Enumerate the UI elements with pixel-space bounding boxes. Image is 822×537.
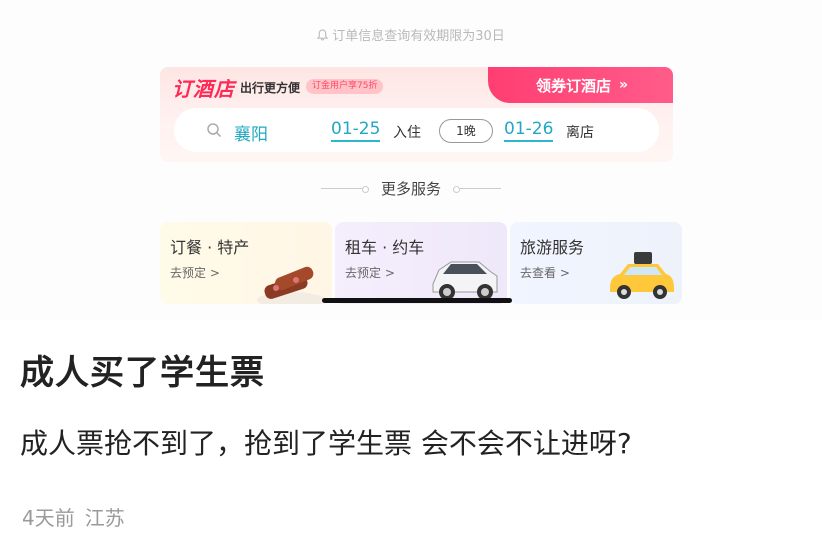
post-time: 4天前 bbox=[22, 506, 75, 530]
home-indicator bbox=[322, 298, 512, 303]
food-icon bbox=[257, 266, 325, 304]
checkin-date[interactable]: 01-25 bbox=[331, 119, 381, 142]
taxi-icon bbox=[610, 252, 674, 299]
hotel-booking-card[interactable]: 订酒店 出行更方便 订金用户享75折 领券订酒店 » 襄阳 01-25 入住 1… bbox=[160, 67, 673, 162]
post-meta: 4天前 江苏 bbox=[22, 502, 125, 531]
city-field[interactable]: 襄阳 bbox=[234, 120, 268, 145]
divider-line-left bbox=[320, 186, 369, 193]
nights-badge: 1晚 bbox=[439, 119, 493, 143]
search-icon bbox=[207, 123, 222, 138]
post-body: 成人票抢不到了，抢到了学生票 会不会不让进呀? bbox=[20, 427, 632, 460]
post-location: 江苏 bbox=[84, 506, 125, 530]
post-title: 成人买了学生票 bbox=[20, 353, 265, 393]
hotel-promo-tag: 订金用户享75折 bbox=[306, 79, 384, 94]
service-action: 去预定 > bbox=[170, 266, 220, 280]
embedded-screenshot: 订单信息查询有效期限为30日 订酒店 出行更方便 订金用户享75折 领券订酒店 … bbox=[0, 0, 822, 320]
coupon-hotel-button[interactable]: 领券订酒店 » bbox=[488, 67, 673, 103]
service-food[interactable]: 订餐 · 特产 去预定 > bbox=[160, 222, 332, 304]
hotel-search-bar[interactable]: 襄阳 01-25 入住 1晚 01-26 离店 bbox=[174, 108, 659, 152]
more-services-divider: 更多服务 bbox=[0, 178, 822, 199]
checkin-label: 入住 bbox=[393, 125, 421, 141]
service-car-rental[interactable]: 租车 · 约车 去预定 > bbox=[335, 222, 507, 304]
coupon-button-label: 领券订酒店 bbox=[535, 76, 611, 95]
service-action: 去查看 > bbox=[520, 266, 570, 280]
bell-icon bbox=[317, 28, 329, 40]
notice-text: 订单信息查询有效期限为30日 bbox=[332, 29, 505, 44]
checkout-label: 离店 bbox=[566, 125, 594, 141]
service-title: 订餐 · 特产 bbox=[170, 238, 250, 257]
order-notice: 订单信息查询有效期限为30日 bbox=[0, 25, 822, 44]
hotel-logo: 订酒店 bbox=[172, 77, 235, 101]
service-travel[interactable]: 旅游服务 去查看 > bbox=[510, 222, 682, 304]
more-services-label: 更多服务 bbox=[380, 180, 441, 198]
service-action: 去预定 > bbox=[345, 266, 395, 280]
car-icon bbox=[432, 261, 498, 300]
double-chevron-right-icon: » bbox=[618, 77, 628, 93]
checkout-date[interactable]: 01-26 bbox=[504, 119, 554, 142]
hotel-slogan: 出行更方便 bbox=[240, 81, 301, 95]
divider-line-right bbox=[453, 186, 501, 193]
service-title: 旅游服务 bbox=[520, 238, 585, 257]
service-title: 租车 · 约车 bbox=[345, 238, 425, 257]
